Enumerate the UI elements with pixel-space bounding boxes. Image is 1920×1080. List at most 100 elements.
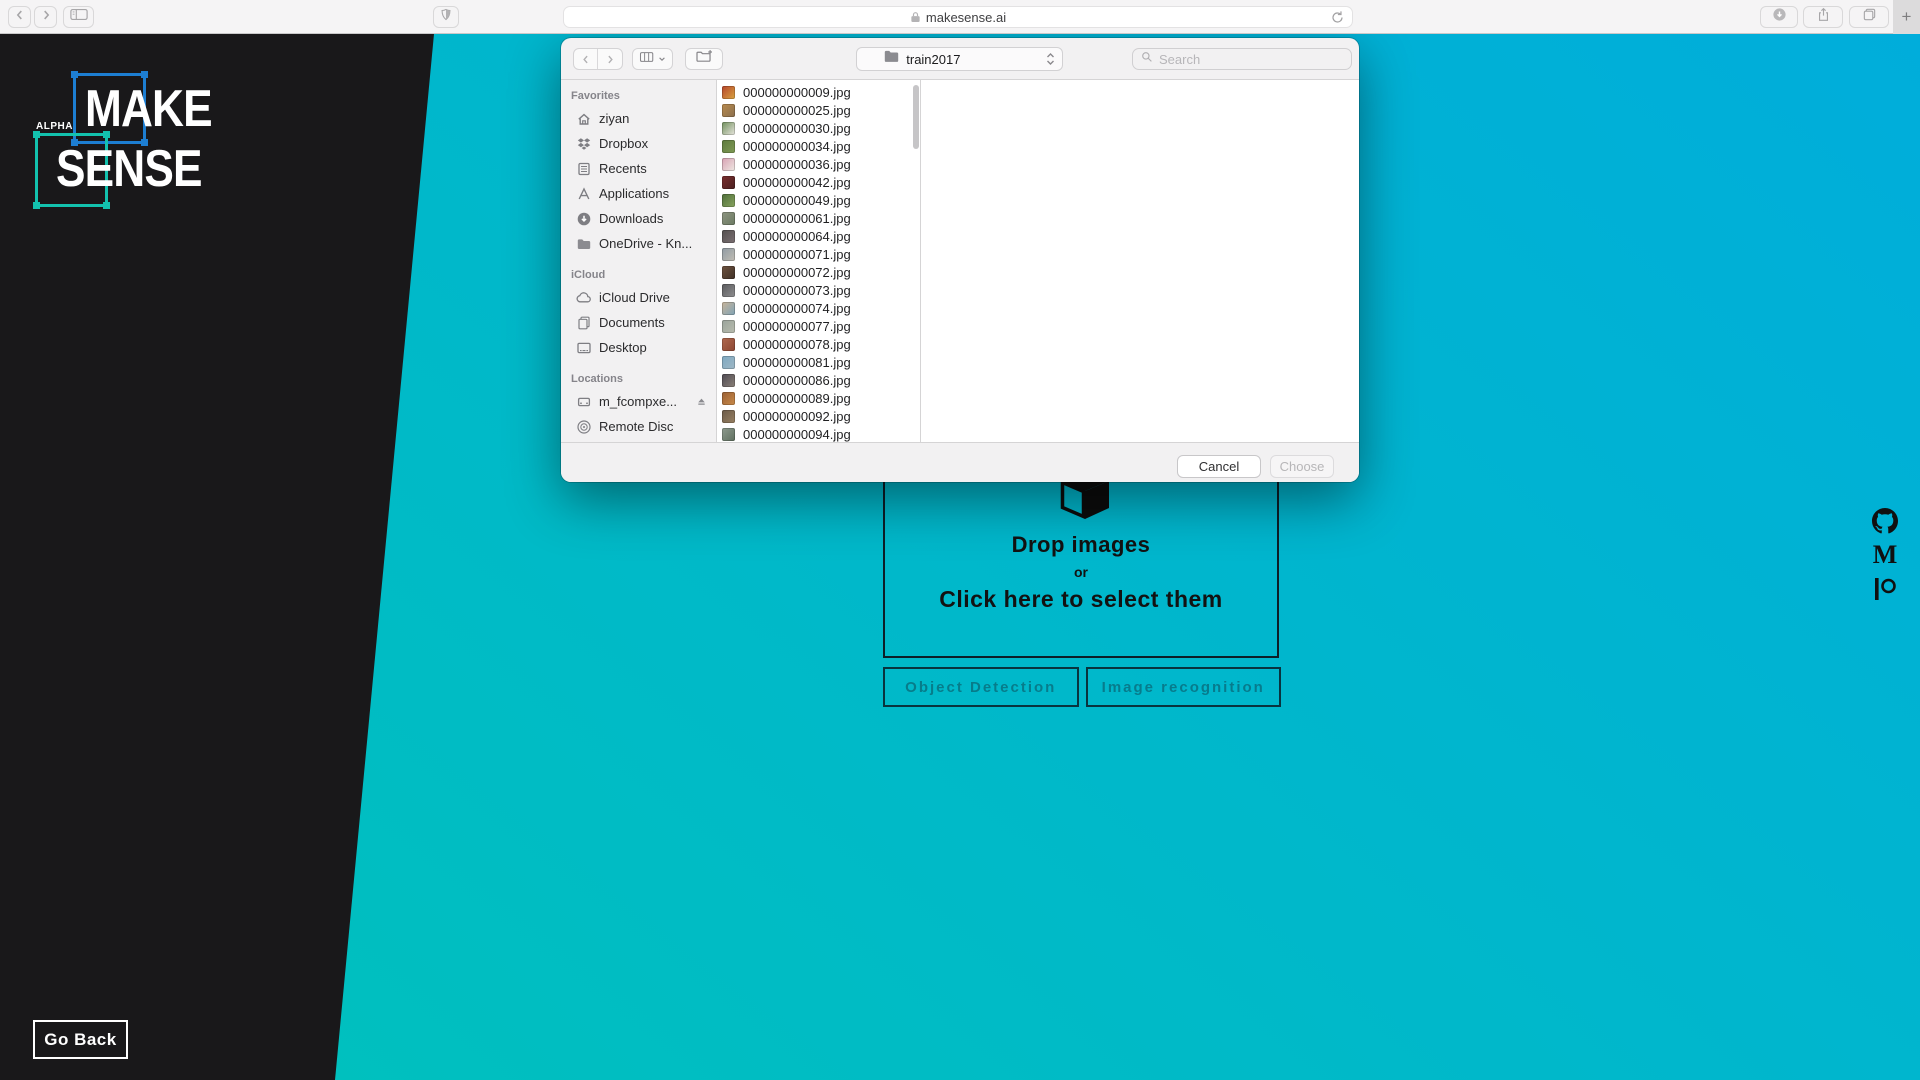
file-name: 000000000025.jpg bbox=[743, 103, 851, 118]
share-button[interactable] bbox=[1803, 6, 1843, 28]
file-thumbnail bbox=[722, 284, 735, 297]
file-row[interactable]: 000000000092.jpg bbox=[717, 407, 920, 425]
medium-icon[interactable]: M bbox=[1872, 542, 1898, 568]
object-detection-button[interactable]: Object Detection bbox=[883, 667, 1079, 707]
screen: makesense.ai + ALPHA MAKE SENSE bbox=[0, 0, 1920, 1080]
file-row[interactable]: 000000000064.jpg bbox=[717, 227, 920, 245]
patreon-icon[interactable] bbox=[1872, 576, 1898, 602]
file-row[interactable]: 000000000009.jpg bbox=[717, 83, 920, 101]
new-tab-button[interactable]: + bbox=[1893, 0, 1920, 34]
file-row[interactable]: 000000000072.jpg bbox=[717, 263, 920, 281]
sidebar-item-onedrive-kn[interactable]: OneDrive - Kn... bbox=[561, 231, 716, 256]
file-row[interactable]: 000000000074.jpg bbox=[717, 299, 920, 317]
browser-back-button[interactable] bbox=[8, 6, 31, 28]
file-thumbnail bbox=[722, 338, 735, 351]
github-icon[interactable] bbox=[1872, 508, 1898, 534]
sidebar-item-documents[interactable]: Documents bbox=[561, 310, 716, 335]
logo-word-make: MAKE bbox=[85, 83, 212, 135]
sidebar-item-label: OneDrive - Kn... bbox=[599, 236, 692, 251]
file-row[interactable]: 000000000061.jpg bbox=[717, 209, 920, 227]
file-name: 000000000086.jpg bbox=[743, 373, 851, 388]
file-row[interactable]: 000000000078.jpg bbox=[717, 335, 920, 353]
sidebar-item-desktop[interactable]: Desktop bbox=[561, 335, 716, 360]
action-buttons-row: Object DetectionImage recognition bbox=[883, 667, 1281, 707]
file-name: 000000000073.jpg bbox=[743, 283, 851, 298]
cancel-button[interactable]: Cancel bbox=[1177, 455, 1261, 478]
file-thumbnail bbox=[722, 230, 735, 243]
choose-button[interactable]: Choose bbox=[1270, 455, 1334, 478]
columns-view-icon bbox=[639, 50, 656, 69]
dropbox-icon bbox=[575, 135, 592, 152]
privacy-shield-button[interactable] bbox=[433, 6, 459, 28]
preview-column bbox=[922, 80, 1359, 442]
sidebar-item-icloud-drive[interactable]: iCloud Drive bbox=[561, 285, 716, 310]
sidebar-item-ziyan[interactable]: ziyan bbox=[561, 106, 716, 131]
sidebar-item-recents[interactable]: Recents bbox=[561, 156, 716, 181]
file-thumbnail bbox=[722, 374, 735, 387]
file-row[interactable]: 000000000089.jpg bbox=[717, 389, 920, 407]
file-thumbnail bbox=[722, 320, 735, 333]
social-links: M bbox=[1870, 508, 1900, 602]
dropzone-title: Drop images bbox=[885, 532, 1277, 558]
downloads-button[interactable] bbox=[1760, 6, 1798, 28]
chevron-right-icon bbox=[39, 8, 53, 27]
file-row[interactable]: 000000000086.jpg bbox=[717, 371, 920, 389]
sidebar-item-label: Desktop bbox=[599, 340, 647, 355]
dialog-search-field[interactable] bbox=[1132, 48, 1352, 70]
search-icon bbox=[1140, 50, 1154, 69]
sidebar-toggle-icon bbox=[70, 7, 88, 27]
browser-forward-button[interactable] bbox=[34, 6, 57, 28]
sidebar-item-label: ziyan bbox=[599, 111, 629, 126]
sidebar-item-m-fcompxe[interactable]: m_fcompxe... bbox=[561, 389, 716, 414]
sidebar-item-applications[interactable]: Applications bbox=[561, 181, 716, 206]
sidebar-item-downloads[interactable]: Downloads bbox=[561, 206, 716, 231]
file-name: 000000000092.jpg bbox=[743, 409, 851, 424]
file-thumbnail bbox=[722, 104, 735, 117]
dialog-footer: Cancel Choose bbox=[561, 442, 1359, 482]
tab-overview-button[interactable] bbox=[1849, 6, 1889, 28]
file-row[interactable]: 000000000094.jpg bbox=[717, 425, 920, 442]
file-row[interactable]: 000000000042.jpg bbox=[717, 173, 920, 191]
file-row[interactable]: 000000000071.jpg bbox=[717, 245, 920, 263]
sidebar-item-label: Downloads bbox=[599, 211, 663, 226]
refresh-icon[interactable] bbox=[1330, 10, 1345, 28]
search-input[interactable] bbox=[1159, 52, 1344, 67]
sidebar-section-label: Favorites bbox=[571, 90, 716, 102]
shield-icon bbox=[439, 7, 453, 27]
go-back-button[interactable]: Go Back bbox=[33, 1020, 128, 1059]
file-thumbnail bbox=[722, 212, 735, 225]
file-row[interactable]: 000000000030.jpg bbox=[717, 119, 920, 137]
view-mode-button[interactable] bbox=[632, 48, 673, 70]
file-row[interactable]: 000000000073.jpg bbox=[717, 281, 920, 299]
sidebar-item-label: Recents bbox=[599, 161, 647, 176]
file-name: 000000000064.jpg bbox=[743, 229, 851, 244]
image-recognition-button[interactable]: Image recognition bbox=[1086, 667, 1282, 707]
sidebar-item-label: Remote Disc bbox=[599, 419, 673, 434]
new-folder-button[interactable] bbox=[685, 48, 723, 70]
file-open-dialog: train2017 Favorites ziyan Dropbox Recents Ap… bbox=[561, 38, 1359, 482]
new-folder-icon bbox=[695, 49, 714, 69]
file-thumbnail bbox=[722, 410, 735, 423]
file-row[interactable]: 000000000025.jpg bbox=[717, 101, 920, 119]
file-row[interactable]: 000000000036.jpg bbox=[717, 155, 920, 173]
file-list: 000000000009.jpg000000000025.jpg00000000… bbox=[717, 80, 921, 442]
current-folder-dropdown[interactable]: train2017 bbox=[856, 47, 1063, 71]
file-thumbnail bbox=[722, 392, 735, 405]
dropzone-select-link[interactable]: Click here to select them bbox=[885, 586, 1277, 613]
file-row[interactable]: 000000000081.jpg bbox=[717, 353, 920, 371]
dialog-forward-button[interactable] bbox=[598, 49, 622, 69]
sidebar-toggle-button[interactable] bbox=[63, 6, 94, 28]
file-row[interactable]: 000000000077.jpg bbox=[717, 317, 920, 335]
documents-icon bbox=[575, 314, 592, 331]
downloads-icon bbox=[575, 210, 592, 227]
file-row[interactable]: 000000000049.jpg bbox=[717, 191, 920, 209]
dialog-back-button[interactable] bbox=[574, 49, 598, 69]
file-row[interactable]: 000000000034.jpg bbox=[717, 137, 920, 155]
sidebar-item-dropbox[interactable]: Dropbox bbox=[561, 131, 716, 156]
scrollbar[interactable] bbox=[913, 85, 919, 149]
address-bar[interactable]: makesense.ai bbox=[563, 6, 1353, 28]
eject-icon[interactable] bbox=[695, 395, 708, 408]
file-name: 000000000036.jpg bbox=[743, 157, 851, 172]
updown-chevrons-icon bbox=[1045, 51, 1056, 67]
sidebar-item-remote-disc[interactable]: Remote Disc bbox=[561, 414, 716, 439]
